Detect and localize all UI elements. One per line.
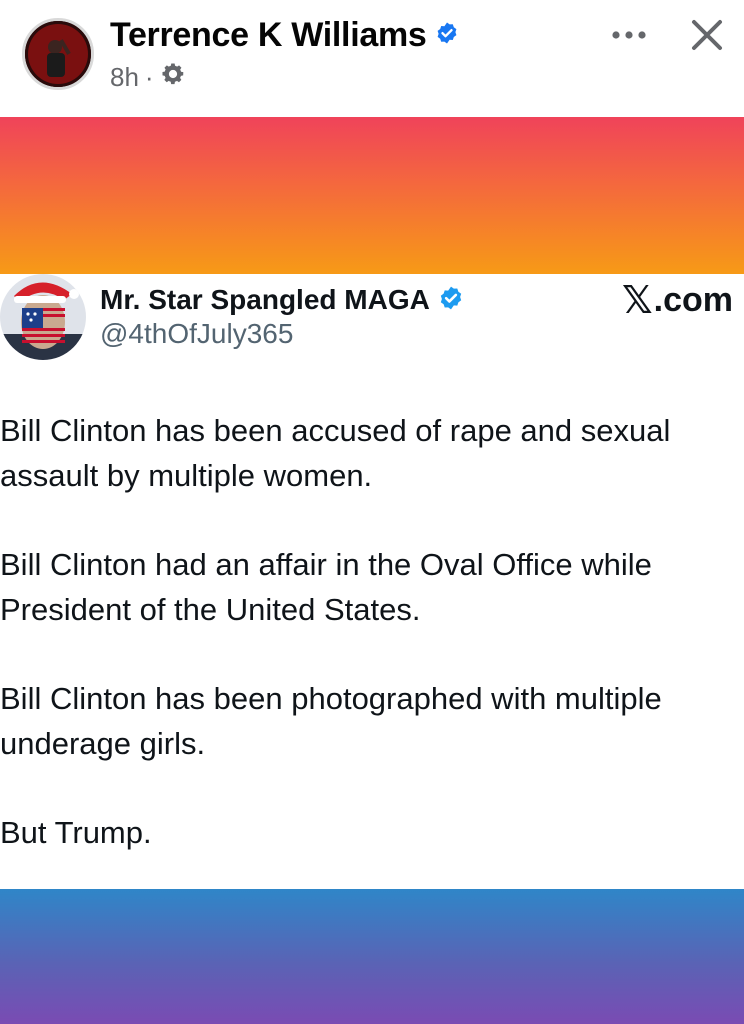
tweet-name-row: Mr. Star Spangled MAGA xyxy=(100,280,464,320)
author-avatar[interactable] xyxy=(22,18,94,90)
verified-badge-icon xyxy=(435,21,459,50)
x-com-watermark: 𝕏 .com xyxy=(622,278,733,323)
tweet-paragraph: Bill Clinton has been accused of rape an… xyxy=(0,413,671,493)
post-time[interactable]: 8h xyxy=(110,62,139,93)
x-logo-icon: 𝕏 xyxy=(622,280,653,322)
gear-icon[interactable] xyxy=(160,61,186,94)
post-meta: 8h · xyxy=(110,60,186,94)
post-header: Terrence K Williams 8h · xyxy=(0,0,744,117)
gradient-band-top xyxy=(0,117,744,274)
gradient-band-bottom xyxy=(0,889,744,1024)
tweet-card: Mr. Star Spangled MAGA @4thOfJuly365 𝕏 .… xyxy=(0,274,744,889)
x-com-suffix: .com xyxy=(653,281,733,319)
tweet-avatar xyxy=(0,274,86,360)
close-icon[interactable] xyxy=(684,12,730,58)
tweet-paragraph: Bill Clinton had an affair in the Oval O… xyxy=(0,547,652,627)
verified-badge-icon xyxy=(438,285,464,316)
tweet-paragraph: But Trump. xyxy=(0,815,152,850)
more-horizontal-icon[interactable] xyxy=(604,18,654,52)
author-name[interactable]: Terrence K Williams xyxy=(110,16,427,55)
author-name-row: Terrence K Williams xyxy=(110,14,459,56)
tweet-author-name: Mr. Star Spangled MAGA xyxy=(100,284,430,315)
tweet-body: Bill Clinton has been accused of rape an… xyxy=(0,408,740,899)
tweet-paragraph: Bill Clinton has been photographed with … xyxy=(0,681,662,761)
meta-separator: · xyxy=(144,61,154,92)
tweet-handle: @4thOfJuly365 xyxy=(100,318,294,349)
